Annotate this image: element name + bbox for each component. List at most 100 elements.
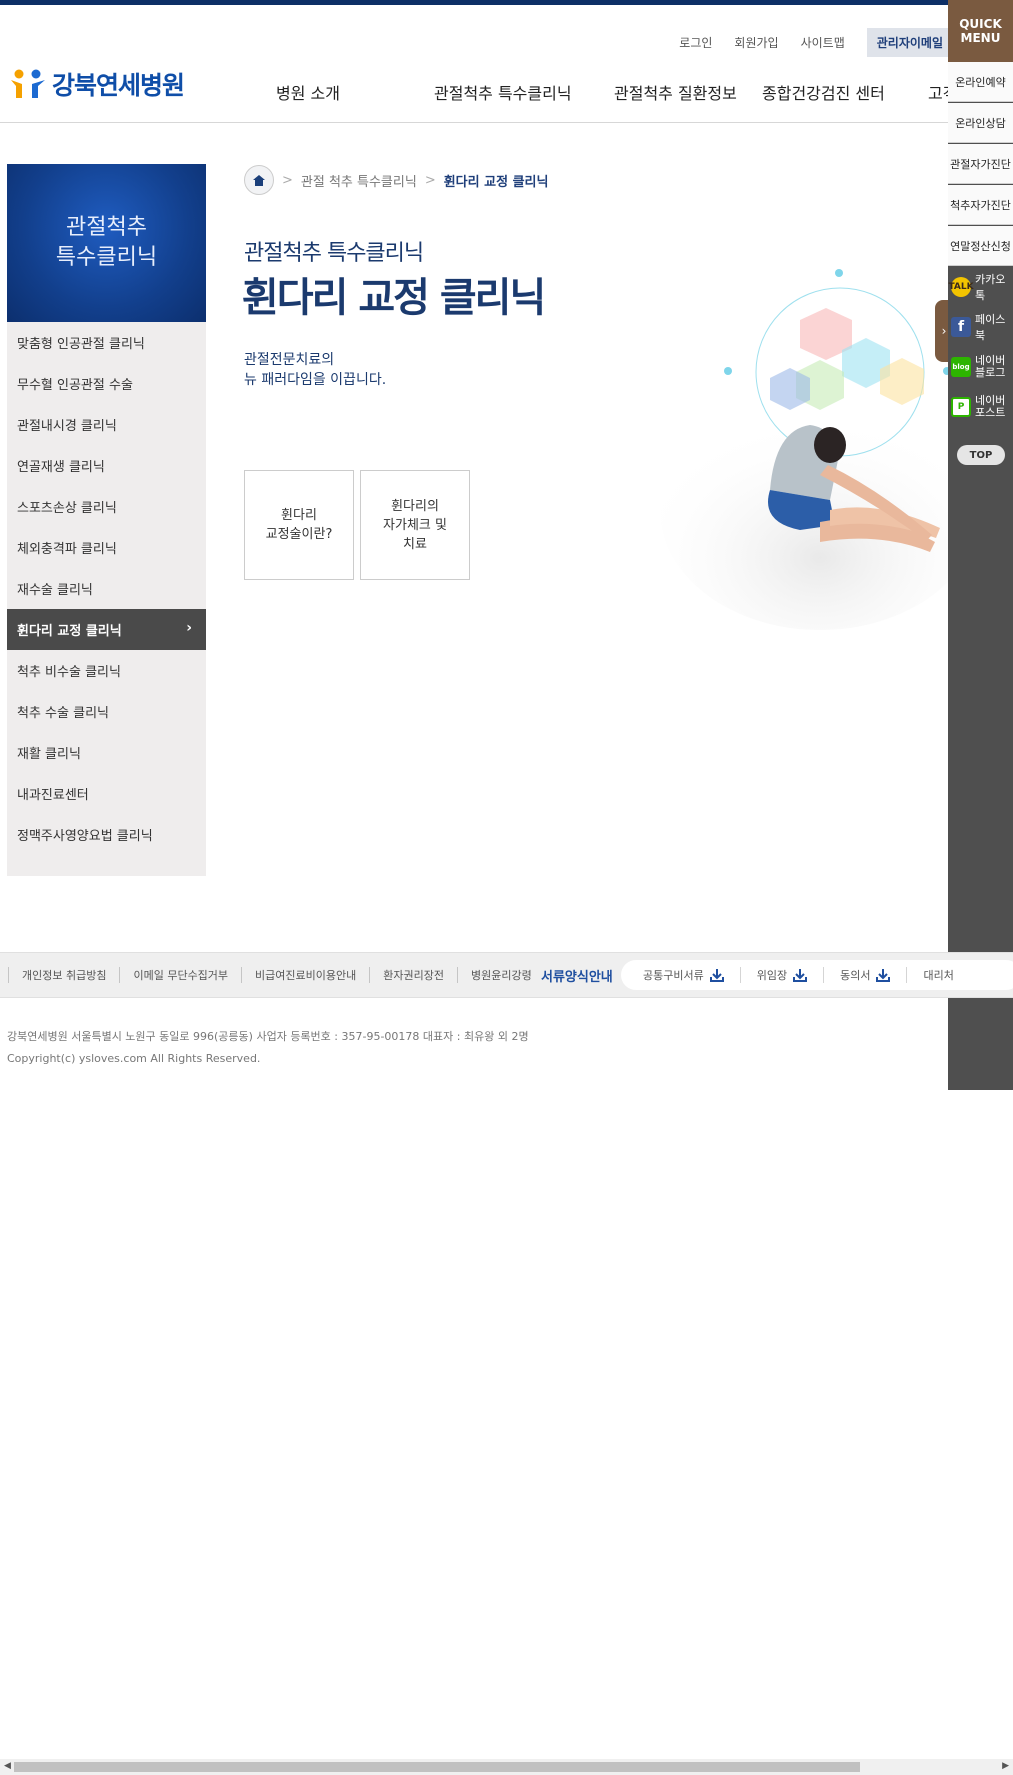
form-proxy[interactable]: 대리처 <box>923 967 969 983</box>
form-common-docs[interactable]: 공통구비서류 <box>643 967 741 983</box>
utility-nav: 로그인 회원가입 사이트맵 관리자이메일 <box>679 28 953 57</box>
horizontal-scrollbar[interactable]: ◀ ▶ <box>0 1759 1013 1775</box>
footer-link-noncovered-fees[interactable]: 비급여진료비이용안내 <box>241 967 369 983</box>
tab-bowleg-correction-intro[interactable]: 휜다리 교정술이란? <box>244 470 354 580</box>
sidebar-item-label: 무수혈 인공관절 수술 <box>17 378 133 393</box>
sidebar-item-label: 척추 비수술 클리닉 <box>17 665 121 680</box>
hospital-logo[interactable]: 강북연세병원 <box>10 66 185 102</box>
sidebar-title: 관절척추 특수클리닉 <box>7 164 206 322</box>
sidebar-item-revision[interactable]: 재수술 클리닉 <box>7 568 206 609</box>
form-consent[interactable]: 동의서 <box>840 967 908 983</box>
tab-label-line: 교정술이란? <box>265 527 333 542</box>
sidebar-item-label: 관절내시경 클리닉 <box>17 419 117 434</box>
quick-tax-settlement[interactable]: 연말정산신청 <box>948 226 1013 266</box>
sidebar-item-cartilage[interactable]: 연골재생 클리닉 <box>7 445 206 486</box>
login-link[interactable]: 로그인 <box>679 34 712 51</box>
forms-download-list: 공통구비서류 위임장 동의서 대리처 <box>621 960 1013 990</box>
sns-label: 네이버 포스트 <box>975 395 1005 419</box>
sidebar-item-rehab[interactable]: 재활 클리닉 <box>7 732 206 773</box>
scrollbar-thumb[interactable] <box>14 1762 860 1772</box>
breadcrumb: > 관절 척추 특수클리닉 > 휜다리 교정 클리닉 <box>244 165 548 195</box>
quick-menu-title-line1: QUICK <box>959 17 1002 31</box>
breadcrumb-separator: > <box>424 172 436 188</box>
kakaotalk-icon: TALK <box>948 277 974 297</box>
quick-menu-title-line2: MENU <box>960 31 1001 45</box>
form-power-of-attorney[interactable]: 위임장 <box>756 967 825 983</box>
naver-blog-icon: blog <box>951 357 971 377</box>
quick-online-consult[interactable]: 온라인상담 <box>948 103 1013 143</box>
footer-link-email-refusal[interactable]: 이메일 무단수집거부 <box>119 967 241 983</box>
sidebar-item-bowleg-active[interactable]: 휜다리 교정 클리닉 › <box>7 609 206 650</box>
signup-link[interactable]: 회원가입 <box>734 34 778 51</box>
tab-label-line: 휜다리의 <box>391 498 439 514</box>
facebook-icon: f <box>951 317 971 337</box>
tab-label-line: 자가체크 및 <box>383 517 447 533</box>
sidebar-item-arthroscopy[interactable]: 관절내시경 클리닉 <box>7 404 206 445</box>
nav-health-checkup[interactable]: 종합건강검진 센터 <box>762 80 928 104</box>
top-accent-bar <box>0 0 1013 5</box>
logo-text: 강북연세병원 <box>52 71 185 100</box>
tab-bowleg-selfcheck[interactable]: 휜다리의 자가체크 및 치료 <box>360 470 470 580</box>
tab-label-line: 치료 <box>403 536 427 552</box>
sitemap-link[interactable]: 사이트맵 <box>801 34 845 51</box>
quick-spine-selfcheck[interactable]: 척추자가진단 <box>948 185 1013 225</box>
naver-post-icon: P <box>951 397 971 417</box>
footer-copyright: Copyright(c) ysloves.com All Rights Rese… <box>7 1052 261 1065</box>
footer-links: 개인정보 취급방침 이메일 무단수집거부 비급여진료비이용안내 환자권리장전 병… <box>8 967 545 983</box>
footer-link-ethics[interactable]: 병원윤리강령 <box>456 967 545 983</box>
home-icon[interactable] <box>244 165 274 195</box>
sidebar-item-shockwave[interactable]: 체외충격파 클리닉 <box>7 527 206 568</box>
sidebar-item-internal-medicine[interactable]: 내과진료센터 <box>7 773 206 814</box>
home-icon-svg <box>253 174 265 186</box>
tagline-line2: 뉴 패러다임을 이끕니다. <box>244 372 387 388</box>
quick-online-reservation[interactable]: 온라인예약 <box>948 62 1013 102</box>
quick-kakaotalk[interactable]: TALK 카카오톡 <box>948 267 1013 307</box>
sidebar-item-iv-nutrition[interactable]: 정맥주사영양요법 클리닉 <box>7 814 206 855</box>
sidebar-item-custom-artificial-joint[interactable]: 맞춤형 인공관절 클리닉 <box>7 322 206 363</box>
sidebar-item-label: 스포츠손상 클리닉 <box>17 501 117 516</box>
download-icon <box>876 968 891 982</box>
sidebar-item-label: 휜다리 교정 클리닉 <box>17 624 122 639</box>
quick-naver-blog[interactable]: blog 네이버 블로그 <box>948 347 1013 387</box>
form-label: 위임장 <box>756 969 788 982</box>
scroll-right-arrow-icon[interactable]: ▶ <box>1002 1761 1009 1771</box>
sidebar-title-line1: 관절척추 <box>66 215 147 240</box>
page-tagline: 관절전문치료의 뉴 패러다임을 이끕니다. <box>244 350 386 390</box>
sns-label: 네이버 블로그 <box>975 355 1005 379</box>
breadcrumb-level1[interactable]: 관절 척추 특수클리닉 <box>301 171 417 190</box>
scroll-top-button[interactable]: TOP <box>957 445 1005 465</box>
hero-stretching-woman-image <box>660 269 960 630</box>
sns-label-line2: 블로그 <box>975 366 1006 379</box>
scroll-left-arrow-icon[interactable]: ◀ <box>4 1761 11 1771</box>
sidebar-item-label: 정맥주사영양요법 클리닉 <box>17 829 153 844</box>
nav-special-clinic[interactable]: 관절척추 특수클리닉 <box>434 80 614 104</box>
sidebar-item-label: 체외충격파 클리닉 <box>17 542 117 557</box>
footer-link-patient-rights[interactable]: 환자권리장전 <box>369 967 457 983</box>
nav-disease-info[interactable]: 관절척추 질환정보 <box>614 80 762 104</box>
forms-title: 서류양식안내 <box>541 970 613 985</box>
page: 로그인 회원가입 사이트맵 관리자이메일 강북연세병원 병원 소개 관절척추 특… <box>0 0 1013 1775</box>
sidebar-item-spine-surgery[interactable]: 척추 수술 클리닉 <box>7 691 206 732</box>
sidebar-item-bloodless-surgery[interactable]: 무수혈 인공관절 수술 <box>7 363 206 404</box>
quick-menu: QUICK MENU 온라인예약 온라인상담 관절자가진단 척추자가진단 연말정… <box>948 0 1013 1090</box>
header-divider <box>0 122 1013 123</box>
quick-facebook[interactable]: f 페이스북 <box>948 307 1013 347</box>
main-nav: 병원 소개 관절척추 특수클리닉 관절척추 질환정보 종합건강검진 센터 고객 <box>276 80 957 104</box>
footer-address: 강북연세병원 서울특별시 노원구 동일로 996(공릉동) 사업자 등록번호 :… <box>7 1030 529 1043</box>
sidebar-item-label: 내과진료센터 <box>17 788 89 803</box>
sidebar-item-sports-injury[interactable]: 스포츠손상 클리닉 <box>7 486 206 527</box>
sns-label: 페이스북 <box>975 313 1006 342</box>
breadcrumb-separator: > <box>282 172 293 188</box>
download-icon <box>793 968 808 982</box>
nav-hospital-intro[interactable]: 병원 소개 <box>276 80 434 104</box>
quick-joint-selfcheck[interactable]: 관절자가진단 <box>948 144 1013 184</box>
admin-email-button[interactable]: 관리자이메일 <box>866 28 953 57</box>
footer-link-privacy[interactable]: 개인정보 취급방침 <box>8 967 119 983</box>
sidebar-item-label: 재활 클리닉 <box>17 747 81 762</box>
sns-label: 카카오톡 <box>975 273 1006 302</box>
sidebar-title-line2: 특수클리닉 <box>55 245 158 270</box>
sidebar-item-spine-nonsurgical[interactable]: 척추 비수술 클리닉 <box>7 650 206 691</box>
sidebar-item-label: 재수술 클리닉 <box>17 583 93 598</box>
sidebar-item-label: 척추 수술 클리닉 <box>17 706 109 721</box>
quick-naver-post[interactable]: P 네이버 포스트 <box>948 387 1013 427</box>
